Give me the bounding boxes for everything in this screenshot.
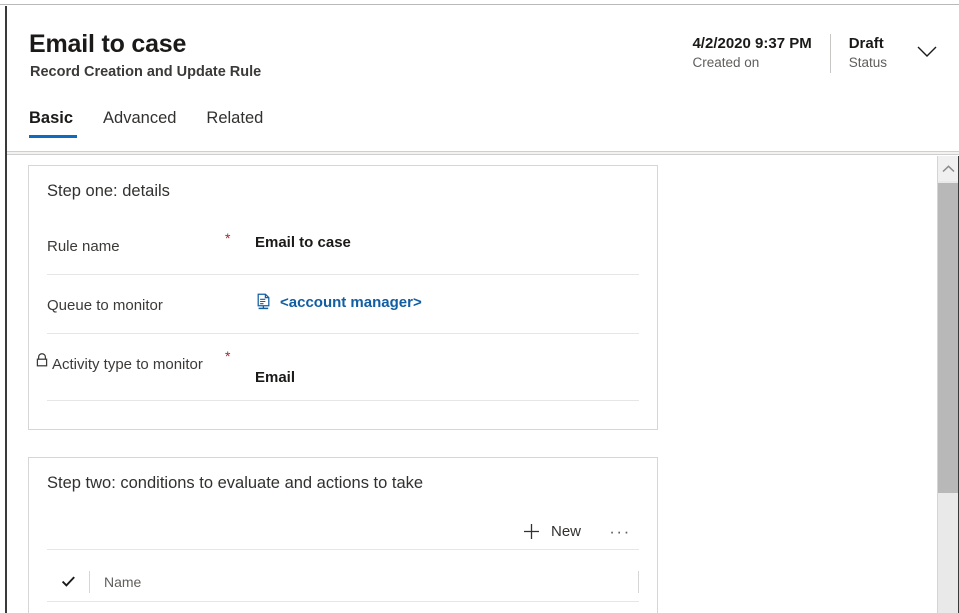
created-on-value: 4/2/2020 9:37 PM (692, 35, 812, 52)
rule-name-required-marker: * (225, 230, 231, 246)
window-top-edge (0, 0, 959, 5)
field-row-rule-name: Rule name * Email to case (47, 216, 639, 275)
step-two-command-bar: New ··· (47, 514, 639, 550)
queue-to-monitor-value[interactable]: <account manager> (280, 294, 422, 311)
vertical-scrollbar[interactable] (937, 156, 959, 613)
tab-basic[interactable]: Basic (29, 109, 87, 138)
status-label: Status (848, 55, 887, 70)
status-value: Draft (848, 35, 884, 52)
activity-type-value: Email (255, 369, 296, 386)
tab-advanced[interactable]: Advanced (103, 109, 190, 138)
field-row-activity-type: Activity type to monitor * Email (36, 334, 639, 401)
scrollbar-thumb[interactable] (938, 183, 959, 493)
step-two-card: Step two: conditions to evaluate and act… (28, 457, 658, 613)
activity-type-label-wrap: Activity type to monitor (36, 334, 225, 377)
header-field-status: Draft Status (831, 34, 905, 73)
plus-icon (523, 524, 539, 539)
step-two-title: Step two: conditions to evaluate and act… (47, 474, 424, 492)
header-summary-fields: 4/2/2020 9:37 PM Created on Draft Status (674, 34, 949, 84)
page-subtitle: Record Creation and Update Rule (30, 64, 262, 80)
step-one-card: Step one: details Rule name * Email to c… (28, 165, 658, 430)
step-one-fields: Rule name * Email to case Queue to monit… (36, 216, 639, 401)
tab-list: Basic Advanced Related (29, 109, 293, 138)
conditions-grid-header: Name (47, 562, 639, 602)
rule-name-value: Email to case (255, 234, 351, 251)
field-row-queue-to-monitor: Queue to monitor <account manager> (47, 275, 639, 334)
column-header-name[interactable]: Name (89, 570, 638, 593)
caret-up-icon (942, 164, 955, 172)
new-button-label: New (550, 523, 581, 540)
application-window: Email to case Record Creation and Update… (0, 0, 959, 613)
rule-name-label-wrap: Rule name (47, 216, 225, 259)
more-icon: ··· (609, 521, 631, 541)
queue-to-monitor-label: Queue to monitor (47, 297, 163, 314)
lock-icon (36, 353, 48, 367)
page-title: Email to case (29, 30, 187, 58)
created-on-label: Created on (692, 55, 760, 70)
step-one-title: Step one: details (47, 182, 170, 200)
form-content-area: Step one: details Rule name * Email to c… (7, 156, 959, 613)
queue-icon (257, 293, 270, 310)
record-header: Email to case Record Creation and Update… (7, 6, 959, 152)
activity-type-required-marker: * (225, 348, 231, 364)
activity-type-value-wrap: Email (255, 334, 639, 386)
new-button[interactable]: New (513, 516, 591, 548)
header-field-created-on: 4/2/2020 9:37 PM Created on (674, 34, 831, 73)
chevron-down-icon (917, 46, 937, 57)
tab-related[interactable]: Related (206, 109, 277, 138)
activity-type-label: Activity type to monitor (52, 356, 203, 373)
rule-name-value-wrap[interactable]: Email to case (255, 216, 639, 251)
header-content-divider (7, 151, 959, 155)
queue-label-wrap: Queue to monitor (47, 275, 225, 318)
queue-required-marker (225, 275, 255, 289)
queue-value-wrap[interactable]: <account manager> (255, 275, 639, 311)
header-expand-button[interactable] (905, 34, 949, 74)
rule-name-label: Rule name (47, 238, 120, 255)
column-divider (638, 570, 639, 593)
more-commands-button[interactable]: ··· (603, 516, 637, 548)
checkmark-icon (61, 576, 75, 587)
select-all-checkbox[interactable] (47, 574, 89, 589)
scroll-up-button[interactable] (938, 156, 959, 181)
